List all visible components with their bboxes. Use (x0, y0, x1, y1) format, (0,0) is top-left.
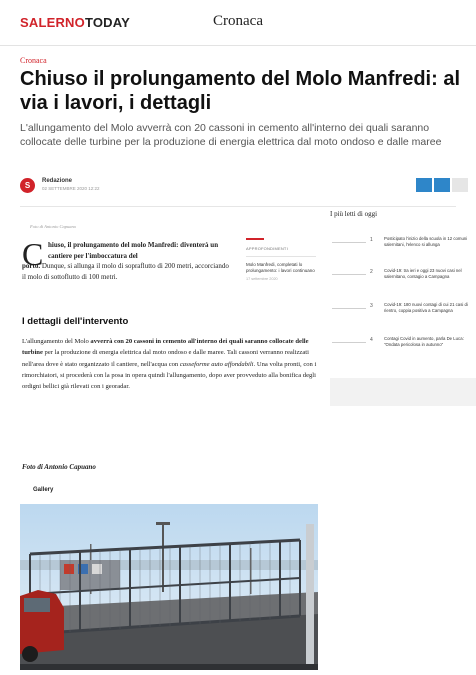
body-text-1: L'allungamento del Molo (22, 338, 91, 345)
site-header: SALERNOTODAY Cronaca (0, 0, 476, 46)
lead-bold: hiuso, il prolungamento del molo Manfred… (48, 241, 219, 260)
lead-paragraph-cont: porto. Dunque, si allunga il molo di sop… (22, 261, 234, 282)
article-title: Chiuso il prolungamento del Molo Manfred… (20, 68, 460, 114)
share-twitter-button[interactable] (434, 178, 450, 192)
most-read-title[interactable]: Contagi Covid in aumento, parla De Luca:… (384, 336, 476, 347)
most-read-title[interactable]: Covid-19: 180 nuovi contagi di cui 21 ca… (384, 302, 476, 313)
lead-bold-2: porto. (22, 262, 41, 270)
most-read-thumb (332, 342, 366, 343)
publish-date: 02 SETTEMBRE 2020 12:22 (42, 186, 100, 191)
most-read-item[interactable]: 2 Covid-19: tra ieri e oggi 23 nuovi cas… (330, 268, 476, 298)
related-accent-rule (246, 238, 264, 240)
share-more-button[interactable] (452, 178, 468, 192)
most-read-number: 4 (370, 337, 373, 343)
related-date: 17 settembre 2020 (246, 277, 278, 282)
most-read-thumb (332, 274, 366, 275)
author-avatar[interactable]: S (20, 178, 35, 193)
section-title[interactable]: Cronaca (0, 13, 476, 30)
most-read-number: 1 (370, 237, 373, 243)
gallery-photo[interactable] (20, 504, 318, 670)
body-paragraph: L'allungamento del Molo avverrà con 20 c… (22, 336, 322, 392)
related-divider (246, 255, 316, 257)
article-category[interactable]: Cronaca (20, 56, 47, 65)
most-read-item[interactable]: 1 Posticipato l'inizio della scuola in 1… (330, 236, 476, 266)
gallery-label[interactable]: Gallery (33, 487, 53, 493)
related-article-box[interactable]: APPROFONDIMENTI Molo Manfredi, completat… (246, 238, 316, 281)
author-name[interactable]: Redazione (42, 178, 72, 184)
photo-illustration (20, 504, 318, 670)
sidebar-ad-slot (330, 378, 476, 406)
lead-rest: Dunque, si allunga il molo di sopraflutt… (22, 262, 229, 281)
most-read-title[interactable]: Covid-19: tra ieri e oggi 23 nuovi casi … (384, 268, 476, 279)
byline: S Redazione 02 SETTEMBRE 2020 12:22 (20, 174, 468, 196)
most-read-number: 3 (370, 303, 373, 309)
sidebar-title: I più letti di oggi (330, 210, 378, 218)
most-read-item[interactable]: 4 Contagi Covid in aumento, parla De Luc… (330, 336, 476, 366)
most-read-item[interactable]: 3 Covid-19: 180 nuovi contagi di cui 21 … (330, 302, 476, 332)
most-read-title[interactable]: Posticipato l'inizio della scuola in 12 … (384, 236, 476, 247)
photo-caption-top: Foto di Antonio Capuano (30, 224, 77, 229)
share-facebook-button[interactable] (416, 178, 432, 192)
header-divider (20, 206, 456, 207)
section-heading: I dettagli dell'intervento (22, 316, 129, 327)
most-read-number: 2 (370, 269, 373, 275)
photo-credit: Foto di Antonio Capuano (22, 463, 96, 471)
most-read-thumb (332, 308, 366, 309)
article-subtitle: L'allungamento del Molo avverrà con 20 c… (20, 122, 442, 148)
related-kicker: APPROFONDIMENTI (246, 245, 288, 251)
related-title[interactable]: Molo Manfredi, completati lo prolungamen… (246, 262, 316, 275)
most-read-thumb (332, 242, 366, 243)
sidebar-most-read: I più letti di oggi 1 Posticipato l'iniz… (330, 210, 476, 406)
body-italic: casseforme auto affondabili (179, 360, 254, 368)
lead-paragraph: hiuso, il prolungamento del molo Manfred… (48, 240, 234, 261)
